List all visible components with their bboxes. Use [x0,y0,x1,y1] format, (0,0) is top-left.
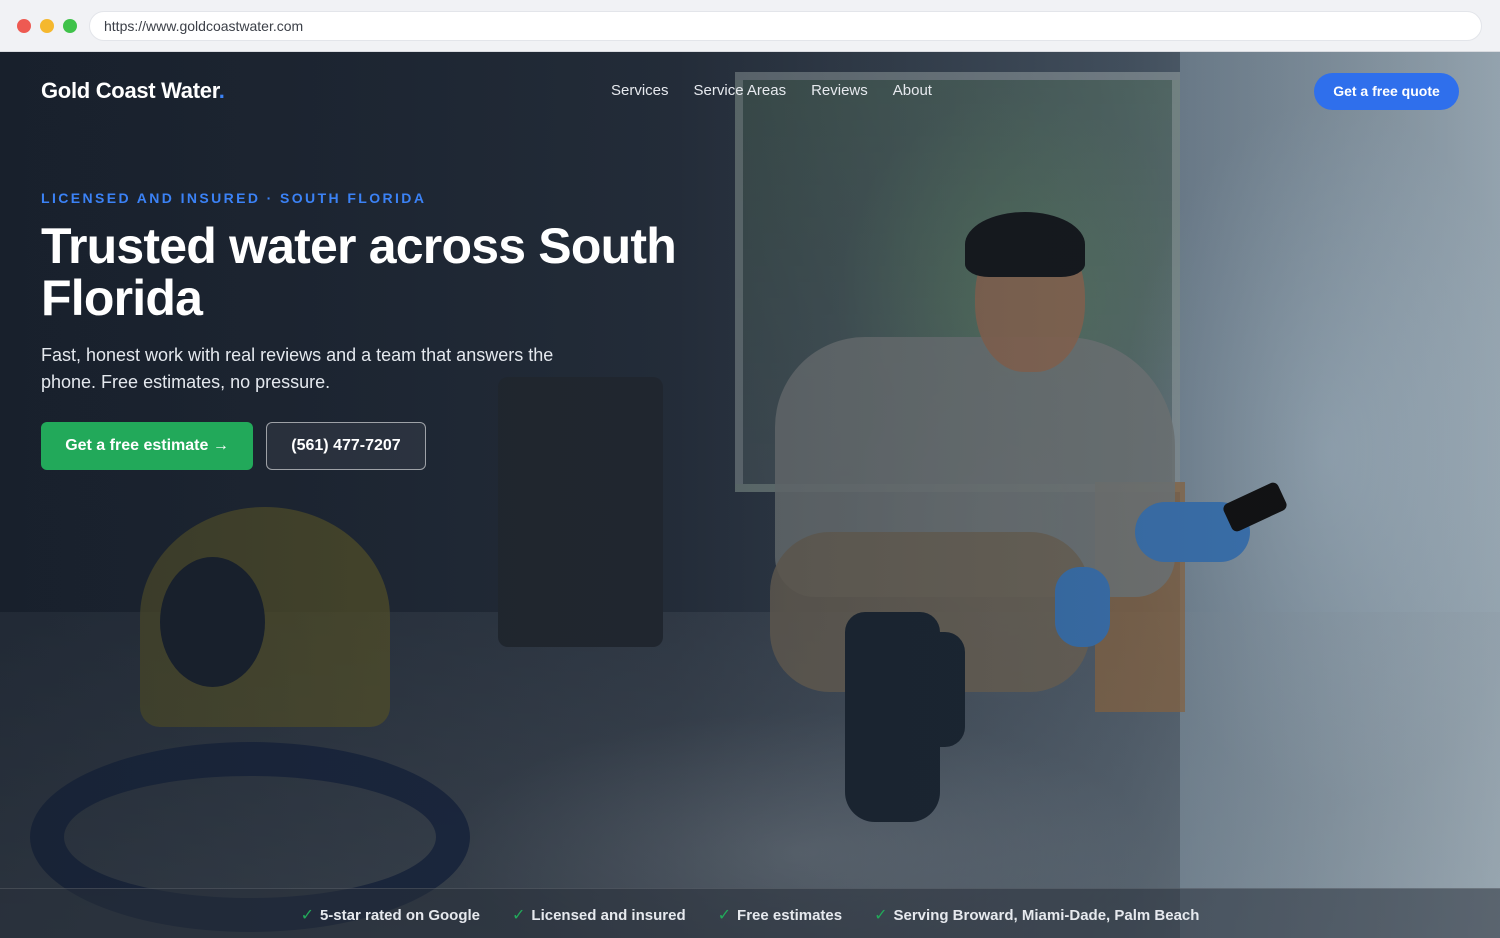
get-quote-button[interactable]: Get a free quote [1314,73,1459,110]
checkmark-icon: ✓ [300,907,314,924]
trust-item-areas: ✓ Serving Broward, Miami-Dade, Palm Beac… [874,905,1199,925]
nav-link-services[interactable]: Services [611,82,669,99]
hero-headline: Trusted water across South Florida [41,218,677,326]
phone-button[interactable]: (561) 477-7207 [266,422,426,470]
hero-eyebrow: LICENSED AND INSURED · SOUTH FLORIDA [41,190,427,206]
maximize-window-icon[interactable] [63,19,77,33]
nav-link-service-areas[interactable]: Service Areas [694,82,787,99]
address-bar[interactable]: https://www.goldcoastwater.com [89,11,1482,41]
hero-section [0,52,1500,938]
hero-overlay [0,52,1500,938]
trust-items: ✓ 5-star rated on Google ✓ Licensed and … [0,905,1500,925]
logo-text: Gold Coast Water [41,78,219,103]
trust-item-label: Licensed and insured [531,906,686,924]
logo-dot: . [218,78,225,103]
trust-item-label: 5-star rated on Google [319,906,480,924]
trust-bar: ✓ 5-star rated on Google ✓ Licensed and … [0,888,1500,938]
checkmark-icon: ✓ [874,907,888,924]
nav-link-about[interactable]: About [893,82,932,99]
trust-item-licensed: ✓ Licensed and insured [512,905,686,925]
hero-subtext: Fast, honest work with real reviews and … [41,345,554,392]
trust-item-google: ✓ 5-star rated on Google [301,905,480,925]
minimize-window-icon[interactable] [40,19,54,33]
close-window-icon[interactable] [17,19,31,33]
trust-item-label: Serving Broward, Miami-Dade, Palm Beach [893,906,1200,924]
checkmark-icon: ✓ [717,907,732,924]
nav-link-reviews[interactable]: Reviews [811,82,868,99]
checkmark-icon: ✓ [512,907,526,924]
trust-item-estimates: ✓ Free estimates [718,905,842,925]
free-estimate-button[interactable]: Get a free estimate → [41,422,253,470]
browser-chrome: https://www.goldcoastwater.com [0,0,1500,52]
site-logo[interactable]: Gold Coast Water. [41,78,225,104]
nav-links: Services Service Areas Reviews About [611,82,932,99]
trust-item-label: Free estimates [737,906,843,924]
top-navigation: Gold Coast Water. Services Service Areas… [0,52,1500,132]
